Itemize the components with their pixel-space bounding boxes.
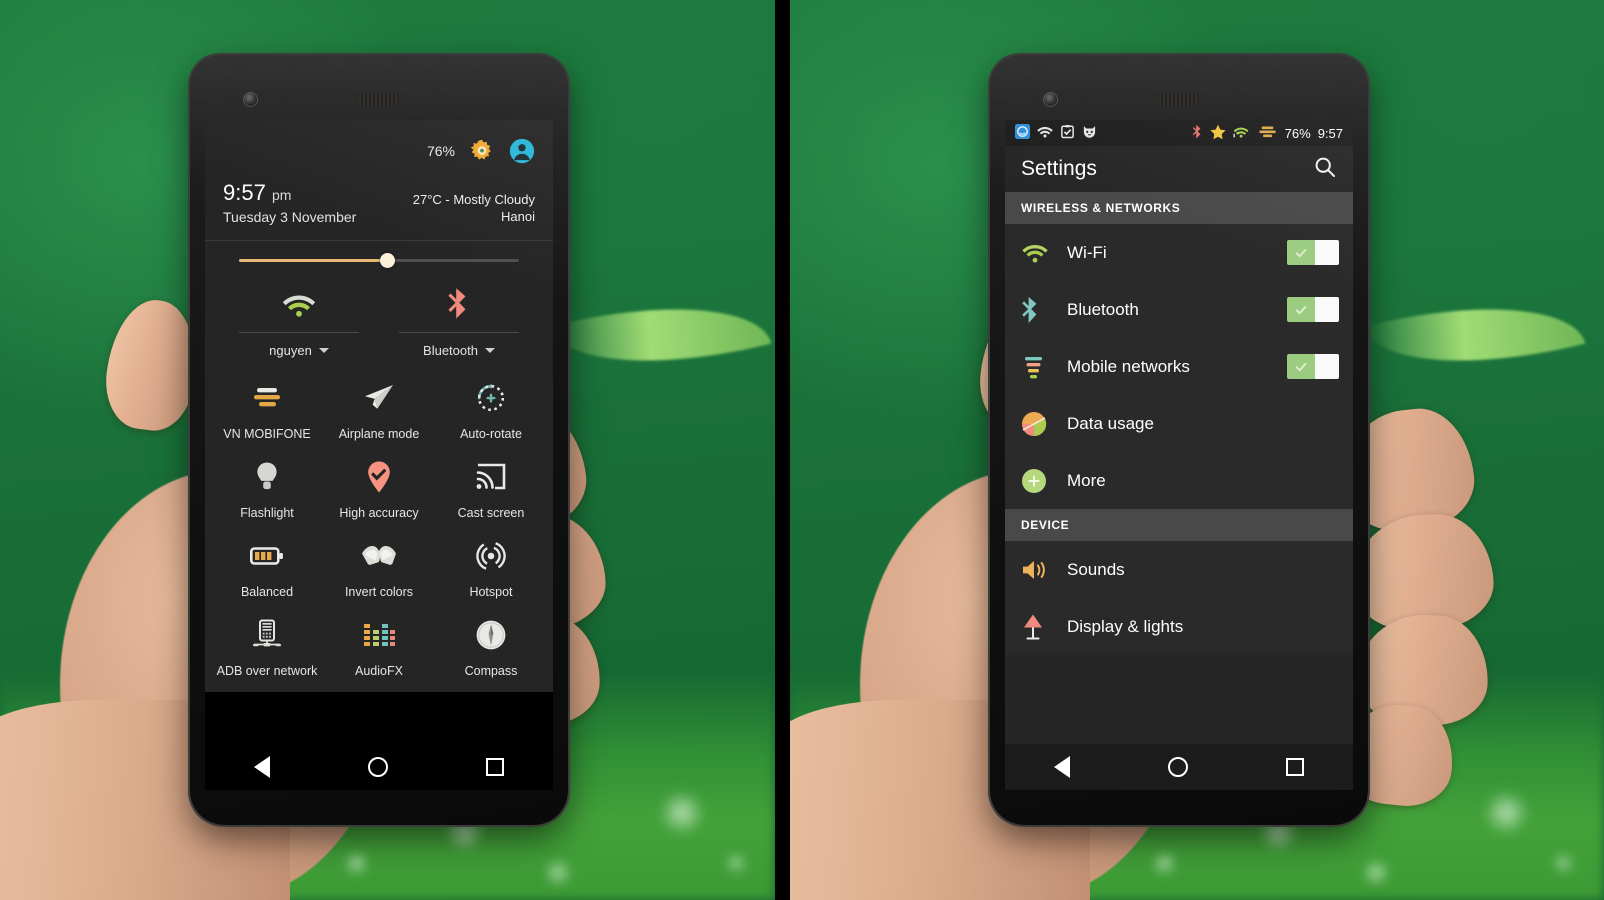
phone-glass-reflection: [990, 55, 1368, 825]
phone-device-left: 76%: [190, 55, 568, 825]
left-panel: 76%: [0, 0, 775, 900]
panel-divider: [775, 0, 790, 900]
screenshot-stage: 76%: [0, 0, 1604, 900]
phone-device-right: 76% 9:57 Settings WIR: [990, 55, 1368, 825]
phone-glass-reflection: [190, 55, 568, 825]
right-panel: 76% 9:57 Settings WIR: [790, 0, 1604, 900]
